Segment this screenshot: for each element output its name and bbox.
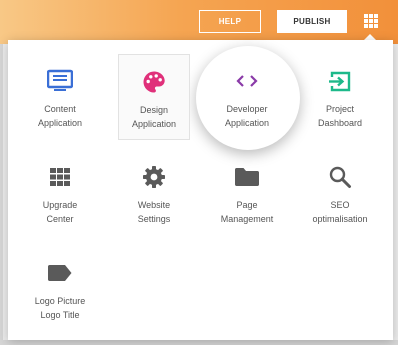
tile-seo-optimalisation[interactable]: SEO optimalisation xyxy=(304,150,376,236)
tile-page-management[interactable]: Page Management xyxy=(211,150,283,236)
publish-button[interactable]: PUBLISH xyxy=(277,10,347,33)
tile-website-settings[interactable]: Website Settings xyxy=(118,150,190,236)
tile-label-line2: Settings xyxy=(137,214,171,224)
tile-label-line2: Center xyxy=(46,214,74,224)
search-icon xyxy=(327,164,353,190)
tile-label-line1: Content xyxy=(44,104,76,114)
tile-label-line1: Design xyxy=(139,105,168,115)
grid-icon xyxy=(47,164,73,190)
tile-design-application[interactable]: Design Application xyxy=(118,54,190,140)
tile-content-application[interactable]: Content Application xyxy=(24,54,96,140)
tile-label-line1: Logo Picture xyxy=(34,296,86,306)
tile-label-line2: Application xyxy=(37,118,83,128)
tile-label-line1: Upgrade xyxy=(42,200,78,210)
folder-icon xyxy=(234,164,260,190)
tile-project-dashboard[interactable]: Project Dashboard xyxy=(304,54,376,140)
tile-label-line1: Project xyxy=(325,104,354,114)
help-button[interactable]: HELP xyxy=(199,10,261,33)
tile-upgrade-center[interactable]: Upgrade Center xyxy=(24,150,96,236)
top-toolbar: HELP PUBLISH xyxy=(0,0,398,44)
dashboard-enter-icon xyxy=(327,68,353,94)
tile-label-line1: SEO xyxy=(330,200,350,210)
tile-label-line2: optimalisation xyxy=(312,214,368,224)
tile-label-line1: Developer xyxy=(226,104,268,114)
tile-label-line1: Website xyxy=(137,200,171,210)
palette-icon xyxy=(141,69,167,95)
tile-label-line1: Page xyxy=(236,200,258,210)
code-icon xyxy=(234,68,260,94)
apps-menu-button[interactable] xyxy=(364,14,378,28)
tile-developer-application[interactable]: Developer Application xyxy=(211,54,283,140)
tile-label-line2: Application xyxy=(131,119,177,129)
tile-logo-picture-logo-title[interactable]: Logo Picture Logo Title xyxy=(24,246,96,332)
gear-icon xyxy=(141,164,167,190)
content-application-icon xyxy=(47,68,73,94)
tile-label-line2: Dashboard xyxy=(317,118,363,128)
tag-icon xyxy=(47,260,73,286)
tile-label-line2: Management xyxy=(220,214,274,224)
app-launcher-panel: Content Application Design Application Dev… xyxy=(8,40,393,340)
tile-label-line2: Logo Title xyxy=(40,310,80,320)
tile-label-line2: Application xyxy=(224,118,270,128)
